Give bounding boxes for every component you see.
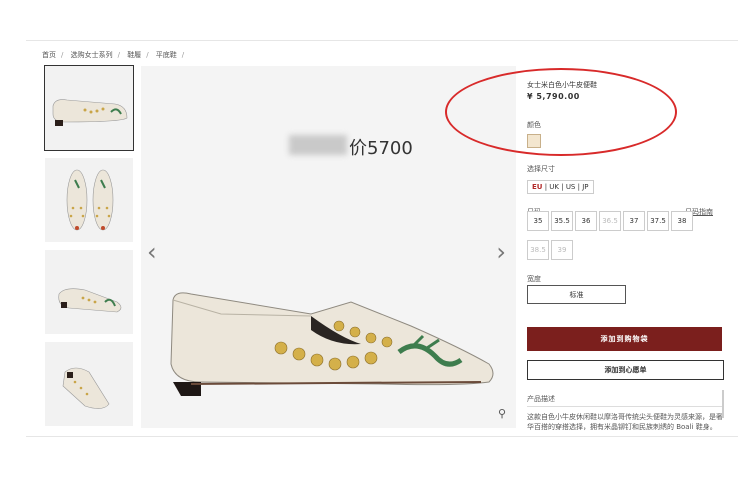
size-system-us[interactable]: US: [566, 183, 576, 191]
divider: [26, 436, 738, 437]
chevron-left-icon[interactable]: ‹: [147, 238, 157, 266]
breadcrumb-flats[interactable]: 平底鞋: [156, 51, 177, 59]
chevron-right-icon[interactable]: ›: [496, 238, 506, 266]
width-label: 宽度: [527, 275, 541, 283]
thumbnail-back[interactable]: [45, 342, 133, 426]
add-to-cart-button[interactable]: 添加到购物袋: [527, 327, 722, 351]
size-option[interactable]: 38: [671, 211, 693, 231]
size-system-label: 选择尺寸: [527, 165, 555, 173]
scrollbar[interactable]: [722, 390, 724, 418]
size-option[interactable]: 35.5: [551, 211, 573, 231]
breadcrumb: 首页 / 选购女士系列 / 鞋履 / 平底鞋 /: [42, 51, 185, 59]
product-info: 女士米白色小牛皮便鞋 ¥ 5,790.00 颜色 选择尺寸 EU | UK | …: [527, 80, 723, 217]
zoom-icon[interactable]: ⚲: [498, 407, 506, 420]
description-text: 这款自色小牛皮休闲鞋以摩洛哥传统尖头便鞋为灵感来源，是奢华百搭的穿搭选择，拥有米…: [527, 413, 723, 431]
color-swatch[interactable]: [527, 134, 541, 148]
product-title: 女士米白色小牛皮便鞋: [527, 81, 597, 89]
size-grid: 35 35.5 36 36.5 37 37.5 38 38.5 39: [527, 208, 713, 266]
breadcrumb-shoes[interactable]: 鞋履: [127, 51, 141, 59]
size-option[interactable]: 37.5: [647, 211, 669, 231]
breadcrumb-women[interactable]: 选购女士系列: [71, 51, 113, 59]
width-select-button[interactable]: 标准: [527, 285, 626, 304]
thumbnail-top[interactable]: [45, 158, 133, 242]
thumbnail-side[interactable]: [44, 65, 134, 151]
promo-text: 价5700: [349, 138, 413, 159]
size-option[interactable]: 37: [623, 211, 645, 231]
size-system-jp[interactable]: JP: [582, 183, 588, 191]
size-option-unavailable: 39: [551, 240, 573, 260]
size-system-selector: EU | UK | US | JP: [527, 180, 594, 194]
add-to-wishlist-button[interactable]: 添加到心愿单: [527, 360, 724, 380]
description-heading: 产品描述: [527, 394, 722, 407]
product-image: [170, 292, 494, 396]
thumbnail-angle[interactable]: [45, 250, 133, 334]
color-label: 颜色: [527, 121, 541, 129]
size-system-uk[interactable]: UK: [549, 183, 559, 191]
breadcrumb-home[interactable]: 首页: [42, 51, 56, 59]
size-option-unavailable: 36.5: [599, 211, 621, 231]
product-price: ¥ 5,790.00: [527, 92, 580, 101]
size-system-eu[interactable]: EU: [532, 183, 542, 191]
size-option[interactable]: 36: [575, 211, 597, 231]
blurred-text: [289, 135, 347, 155]
thumbnail-list: [44, 65, 134, 434]
product-description: 产品描述 这款自色小牛皮休闲鞋以摩洛哥传统尖头便鞋为灵感来源，是奢华百搭的穿搭选…: [527, 394, 723, 442]
size-option[interactable]: 35: [527, 211, 549, 231]
size-option-unavailable: 38.5: [527, 240, 549, 260]
